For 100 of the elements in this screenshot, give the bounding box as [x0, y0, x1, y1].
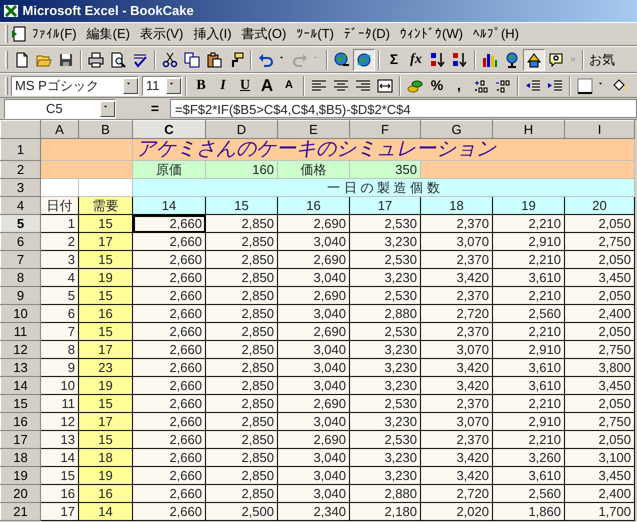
sheet-cell: 7 — [40, 322, 78, 340]
equals-button[interactable]: = — [144, 98, 166, 120]
sheet-cell: 2,910 — [492, 232, 564, 250]
sheet-cell: 3,230 — [350, 376, 420, 394]
sheet-cell: 6 — [40, 304, 78, 322]
row-header[interactable]: 2 — [0, 160, 40, 178]
sum-button[interactable]: Σ — [383, 48, 405, 70]
sheet-cell: 価格 — [278, 160, 350, 178]
sheet-cell: 2,370 — [420, 322, 492, 340]
sheet-cell: 15 — [78, 250, 132, 268]
row-header[interactable]: 4 — [0, 196, 40, 214]
row-header[interactable]: 15 — [0, 394, 40, 412]
column-header[interactable]: E — [278, 120, 350, 138]
sheet-cell: 3,610 — [492, 268, 564, 286]
row-header[interactable]: 6 — [0, 232, 40, 250]
row-header[interactable]: 1 — [0, 138, 40, 160]
function-button[interactable]: fx — [405, 48, 427, 70]
row-header[interactable]: 7 — [0, 250, 40, 268]
globe-icon[interactable] — [353, 48, 375, 70]
sheet-cell: 2,050 — [564, 214, 634, 232]
sheet-cell: 3,230 — [350, 232, 420, 250]
grow-font-button[interactable]: A — [256, 74, 278, 96]
percent-button[interactable]: % — [426, 74, 448, 96]
row-header[interactable]: 8 — [0, 268, 40, 286]
row-header[interactable]: 21 — [0, 502, 40, 520]
name-box[interactable]: C5 — [4, 98, 116, 118]
sheet-cell: 14 — [40, 448, 78, 466]
sheet-cell: 2,850 — [206, 232, 278, 250]
row-header[interactable]: 11 — [0, 322, 40, 340]
sheet-cell: 2,660 — [132, 250, 206, 268]
sheet-cell: 17 — [40, 502, 78, 520]
sheet-cell: 10 — [40, 376, 78, 394]
row-header[interactable]: 19 — [0, 466, 40, 484]
sheet-cell: 2,210 — [492, 214, 564, 232]
sheet-cell: 11 — [40, 394, 78, 412]
sheet-cell: 15 — [40, 466, 78, 484]
column-header[interactable]: I — [564, 120, 634, 138]
sheet-cell: 14 — [78, 502, 132, 520]
menu-item[interactable]: ﾌｧｲﾙ(F) — [27, 24, 82, 44]
sheet-cell: 3,230 — [350, 268, 420, 286]
formula-field[interactable]: =$F$2*IF($B5>C$4,C$4,$B5)-$D$2*C$4 — [170, 99, 637, 118]
font-dropdown[interactable]: MS Pゴシック — [11, 76, 139, 96]
sheet-cell: 2,050 — [564, 322, 634, 340]
shrink-font-button[interactable]: A — [278, 74, 300, 96]
menu-item[interactable]: ﾂｰﾙ(T) — [291, 24, 339, 44]
column-header[interactable]: A — [40, 120, 78, 138]
sheet-cell: 160 — [206, 160, 278, 178]
sheet-cell: 2,690 — [278, 286, 350, 304]
sheet-title: アケミさんのケーキのシミュレーション — [136, 140, 496, 160]
favorites-button[interactable]: お気 — [587, 48, 617, 70]
column-header[interactable]: G — [420, 120, 492, 138]
sheet-cell: 1,860 — [492, 502, 564, 520]
sheet-cell: 2,660 — [132, 412, 206, 430]
column-header[interactable]: C — [132, 120, 206, 138]
sheet-cell: 3,230 — [350, 412, 420, 430]
sheet-cell: 3,070 — [420, 412, 492, 430]
menu-item[interactable]: 表示(V) — [134, 24, 188, 44]
menu-item[interactable]: ｳｨﾝﾄﾞｳ(W) — [395, 24, 468, 44]
menu-item[interactable]: ﾃﾞｰﾀ(D) — [338, 24, 396, 44]
comma-button[interactable]: , — [448, 74, 470, 96]
row-header[interactable]: 16 — [0, 412, 40, 430]
menu-item[interactable]: 挿入(I) — [188, 24, 237, 44]
row-header[interactable]: 5 — [0, 214, 40, 232]
row-header[interactable]: 18 — [0, 448, 40, 466]
row-header[interactable]: 12 — [0, 340, 40, 358]
menu-item[interactable]: ﾍﾙﾌﾟ(H) — [468, 24, 524, 44]
menu-item[interactable]: 編集(E) — [82, 24, 135, 44]
sheet-cell: 17 — [78, 412, 132, 430]
underline-button[interactable]: U — [234, 74, 256, 96]
sheet-cell: 15 — [78, 286, 132, 304]
row-header[interactable]: 9 — [0, 286, 40, 304]
font-size-dropdown[interactable]: 11 — [142, 76, 182, 96]
menu-item[interactable]: 書式(O) — [236, 24, 292, 44]
sheet-cell: 3,450 — [564, 268, 634, 286]
sheet-cell: 3,420 — [420, 466, 492, 484]
sheet-cell: 2,210 — [492, 286, 564, 304]
row-header[interactable]: 17 — [0, 430, 40, 448]
select-all-button[interactable] — [0, 120, 40, 138]
italic-button[interactable]: I — [212, 74, 234, 96]
sheet-cell: 2,850 — [206, 214, 278, 232]
column-header[interactable]: H — [492, 120, 564, 138]
bold-button[interactable]: B — [190, 74, 212, 96]
column-header[interactable]: B — [78, 120, 132, 138]
column-header[interactable]: F — [350, 120, 420, 138]
row-header[interactable]: 3 — [0, 178, 40, 196]
row-header[interactable]: 13 — [0, 358, 40, 376]
sheet-cell: 2,210 — [492, 322, 564, 340]
sheet-cell: 16 — [78, 484, 132, 502]
sheet-cell: 20 — [564, 196, 634, 214]
column-header[interactable]: D — [206, 120, 278, 138]
sheet-cell: 19 — [78, 376, 132, 394]
sheet-cell: 3,230 — [350, 340, 420, 358]
sheet-cell: 2,050 — [564, 430, 634, 448]
sheet-cell: 3,450 — [564, 466, 634, 484]
sheet-cell: 2,690 — [278, 250, 350, 268]
sheet-cell: 日付 — [40, 196, 78, 214]
row-header[interactable]: 14 — [0, 376, 40, 394]
sheet-cell: 2,910 — [492, 412, 564, 430]
row-header[interactable]: 20 — [0, 484, 40, 502]
row-header[interactable]: 10 — [0, 304, 40, 322]
